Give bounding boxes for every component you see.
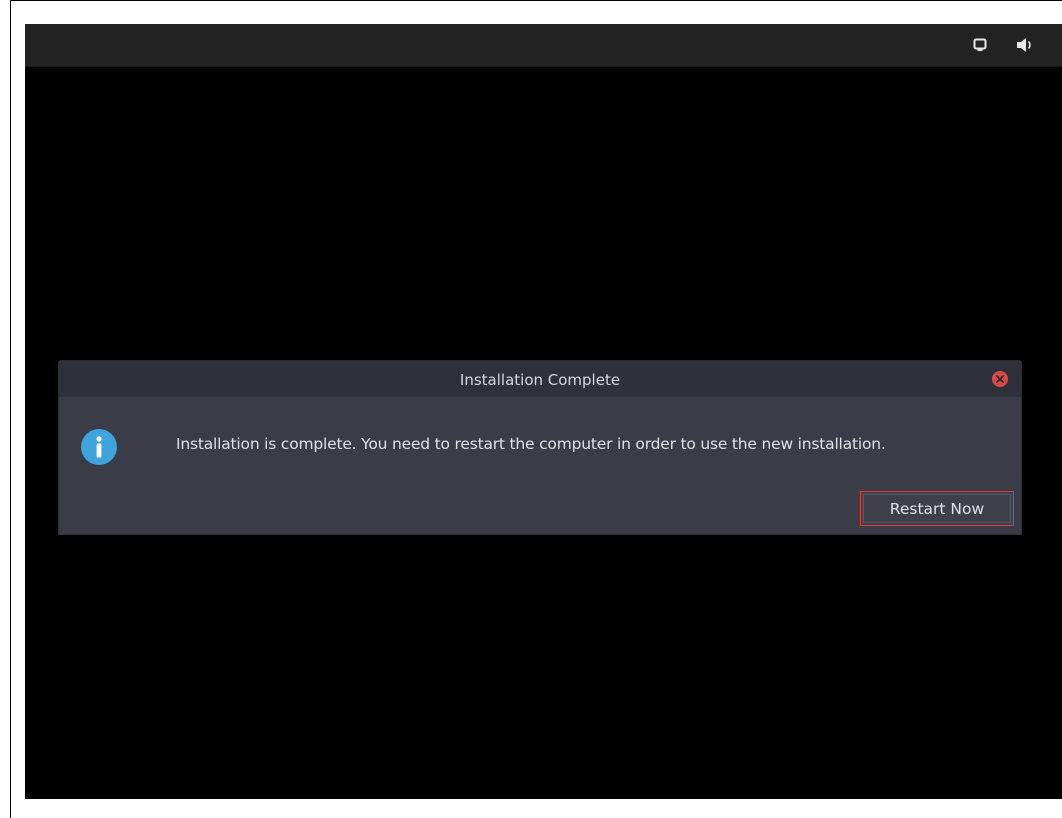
frame-border-left	[10, 0, 11, 818]
installation-complete-dialog: Installation Complete Installation is co…	[58, 360, 1022, 535]
dialog-message: Installation is complete. You need to re…	[176, 435, 886, 453]
volume-icon[interactable]	[1016, 36, 1034, 54]
info-icon	[81, 429, 117, 465]
restart-button-label: Restart Now	[889, 499, 985, 518]
top-panel	[25, 24, 1062, 67]
desktop-screen: Installation Complete Installation is co…	[25, 24, 1062, 799]
page-frame: Installation Complete Installation is co…	[0, 0, 1062, 818]
close-button[interactable]	[992, 371, 1008, 387]
restart-now-button[interactable]: Restart Now	[860, 491, 1014, 526]
dialog-titlebar: Installation Complete	[59, 361, 1021, 397]
close-icon	[996, 375, 1004, 383]
dialog-title: Installation Complete	[459, 371, 621, 389]
frame-border-top	[10, 0, 1062, 1]
display-icon[interactable]	[971, 36, 989, 54]
